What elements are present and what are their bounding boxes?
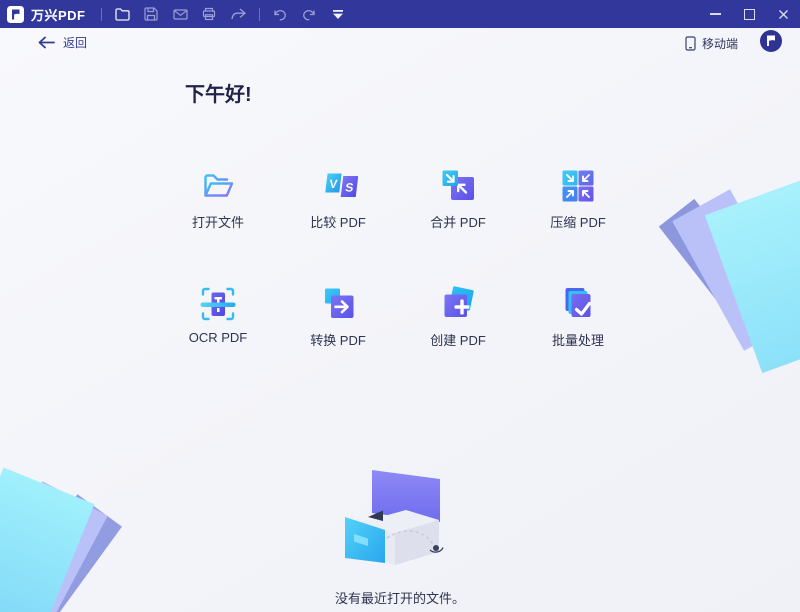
convert-pdf-icon <box>318 284 358 324</box>
app-title: 万兴PDF <box>31 5 86 24</box>
close-icon <box>778 9 789 20</box>
brand-badge-icon <box>760 30 782 52</box>
ocr-pdf-icon <box>198 284 238 324</box>
action-grid: 打开文件 V S <box>158 166 638 402</box>
open-folder-icon[interactable] <box>108 0 137 28</box>
action-label: 合并 PDF <box>430 212 486 231</box>
action-label: 转换 PDF <box>310 330 366 349</box>
action-label: OCR PDF <box>189 330 248 345</box>
pdfelement-window: 万兴PDF <box>0 0 800 612</box>
minimize-icon <box>710 13 721 15</box>
merge-pdf-icon <box>438 166 478 206</box>
empty-box-illustration <box>322 460 482 584</box>
phone-icon <box>685 36 696 51</box>
action-batch-process[interactable]: 批量处理 <box>518 284 638 402</box>
action-label: 批量处理 <box>552 330 604 349</box>
home-panel: 返回 移动端 下午好! 打开文件 <box>0 28 800 612</box>
maximize-icon <box>744 9 755 20</box>
undo-icon[interactable] <box>266 0 295 28</box>
mobile-link[interactable]: 移动端 <box>685 35 738 52</box>
collapse-toolbar-icon[interactable] <box>324 0 353 28</box>
back-button[interactable]: 返回 <box>38 34 87 51</box>
decor-sheet <box>672 189 800 350</box>
action-open-file[interactable]: 打开文件 <box>158 166 278 284</box>
window-controls <box>698 0 800 28</box>
compare-pdf-icon: V S <box>318 166 358 206</box>
toolbar-separator <box>259 8 260 21</box>
redo-icon[interactable] <box>295 0 324 28</box>
decor-sheet <box>659 199 768 321</box>
toolbar-separator <box>101 8 102 21</box>
minimize-button[interactable] <box>698 0 732 28</box>
share-icon[interactable] <box>224 0 253 28</box>
mobile-label: 移动端 <box>702 35 738 52</box>
maximize-button[interactable] <box>732 0 766 28</box>
back-arrow-icon <box>38 36 55 49</box>
svg-text:V: V <box>328 177 338 191</box>
action-label: 创建 PDF <box>430 330 486 349</box>
action-ocr-pdf[interactable]: OCR PDF <box>158 284 278 402</box>
titlebar-left: 万兴PDF <box>0 0 353 28</box>
account-badge[interactable] <box>760 30 782 52</box>
action-compress-pdf[interactable]: 压缩 PDF <box>518 166 638 284</box>
save-icon[interactable] <box>137 0 166 28</box>
action-label: 压缩 PDF <box>550 212 606 231</box>
compress-pdf-icon <box>558 166 598 206</box>
batch-process-icon <box>558 284 598 324</box>
action-convert-pdf[interactable]: 转换 PDF <box>278 284 398 402</box>
open-file-icon <box>198 166 238 206</box>
action-compare-pdf[interactable]: V S 比较 PDF <box>278 166 398 284</box>
greeting-heading: 下午好! <box>185 78 252 107</box>
app-logo-icon <box>7 6 24 23</box>
print-icon[interactable] <box>195 0 224 28</box>
create-pdf-icon <box>438 284 478 324</box>
close-button[interactable] <box>766 0 800 28</box>
action-create-pdf[interactable]: 创建 PDF <box>398 284 518 402</box>
decor-sheet <box>705 175 800 373</box>
back-label: 返回 <box>63 34 87 51</box>
action-label: 打开文件 <box>192 212 244 231</box>
svg-text:S: S <box>345 180 355 194</box>
action-merge-pdf[interactable]: 合并 PDF <box>398 166 518 284</box>
empty-state-message: 没有最近打开的文件。 <box>0 588 800 607</box>
titlebar: 万兴PDF <box>0 0 800 28</box>
action-label: 比较 PDF <box>310 212 366 231</box>
email-icon[interactable] <box>166 0 195 28</box>
